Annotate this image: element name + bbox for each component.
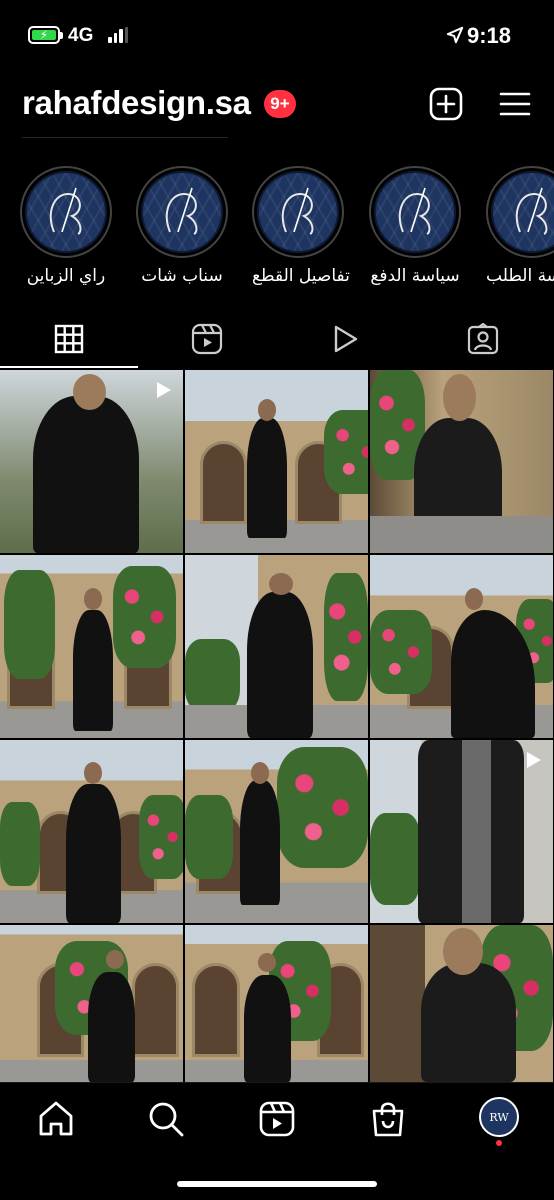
needle-logo-icon [398, 187, 431, 235]
post-thumbnail[interactable] [370, 555, 553, 738]
account-username[interactable]: rahafdesign.sa [22, 84, 251, 122]
highlight-item[interactable]: تفاصيل القطع [252, 166, 350, 286]
notification-badge[interactable]: 9+ [264, 90, 296, 118]
post-thumbnail[interactable] [370, 925, 553, 1082]
highlight-label: سناب شات [141, 266, 223, 286]
post-thumbnail[interactable] [0, 555, 183, 738]
needle-logo-icon [165, 187, 198, 235]
profile-avatar[interactable]: RW [479, 1097, 519, 1137]
tagged-icon [467, 323, 499, 355]
needle-logo-icon [281, 187, 314, 235]
posts-grid [0, 370, 554, 1082]
highlight-item[interactable]: سياسة الدفع [369, 166, 461, 286]
post-thumbnail[interactable] [185, 555, 368, 738]
clock-time: 9:18 [467, 23, 512, 48]
post-thumbnail[interactable] [185, 740, 368, 923]
video-play-icon [334, 325, 358, 353]
highlight-item[interactable]: سة الطلب [486, 166, 554, 286]
story-highlights: راي الزباين سناب شات تفاصيل القطع سياسة … [0, 166, 554, 286]
tab-tagged[interactable] [414, 310, 552, 368]
needle-logo-icon [515, 187, 548, 235]
tab-reels[interactable] [138, 310, 276, 368]
post-thumbnail[interactable] [0, 925, 183, 1082]
home-icon[interactable] [36, 1099, 76, 1139]
notification-dot [496, 1140, 502, 1146]
post-thumbnail[interactable] [0, 740, 183, 923]
highlight-label: راي الزباين [26, 266, 106, 286]
highlight-label: سياسة الدفع [370, 266, 460, 286]
highlight-item[interactable]: راي الزباين [20, 166, 112, 286]
needle-logo-icon [49, 187, 82, 235]
location-arrow-icon [446, 26, 464, 44]
battery-icon: ⚡ [28, 26, 63, 44]
reels-icon [191, 323, 223, 355]
highlight-cover [20, 166, 112, 258]
home-indicator[interactable] [177, 1181, 377, 1187]
highlight-cover [136, 166, 228, 258]
post-thumbnail[interactable] [185, 370, 368, 553]
profile-tabs [0, 310, 554, 368]
reels-icon[interactable] [257, 1099, 297, 1139]
tab-posts-grid[interactable] [0, 310, 138, 368]
signal-icon [108, 27, 128, 43]
username-divider [22, 137, 228, 138]
post-thumbnail[interactable] [0, 370, 183, 553]
grid-icon [54, 324, 84, 354]
network-type: 4G [68, 25, 94, 46]
highlight-cover [252, 166, 344, 258]
plus-square-icon[interactable] [429, 87, 463, 121]
selected-tab-indicator [0, 366, 138, 368]
highlight-label: سة الطلب [486, 266, 554, 286]
video-play-icon [157, 382, 171, 398]
shopping-bag-icon[interactable] [368, 1099, 408, 1139]
status-bar: ⚡ 4G 9:18 [0, 0, 554, 62]
video-play-icon [527, 752, 541, 768]
post-thumbnail[interactable] [370, 740, 553, 923]
profile-header: rahafdesign.sa 9+ [0, 74, 554, 138]
highlight-cover [486, 166, 554, 258]
search-icon[interactable] [146, 1099, 186, 1139]
post-thumbnail[interactable] [185, 925, 368, 1082]
post-thumbnail[interactable] [370, 370, 553, 553]
hamburger-menu-icon[interactable] [498, 87, 532, 121]
highlight-label: تفاصيل القطع [252, 266, 350, 286]
highlight-cover [369, 166, 461, 258]
tab-videos[interactable] [276, 310, 414, 368]
highlight-item[interactable]: سناب شات [136, 166, 228, 286]
